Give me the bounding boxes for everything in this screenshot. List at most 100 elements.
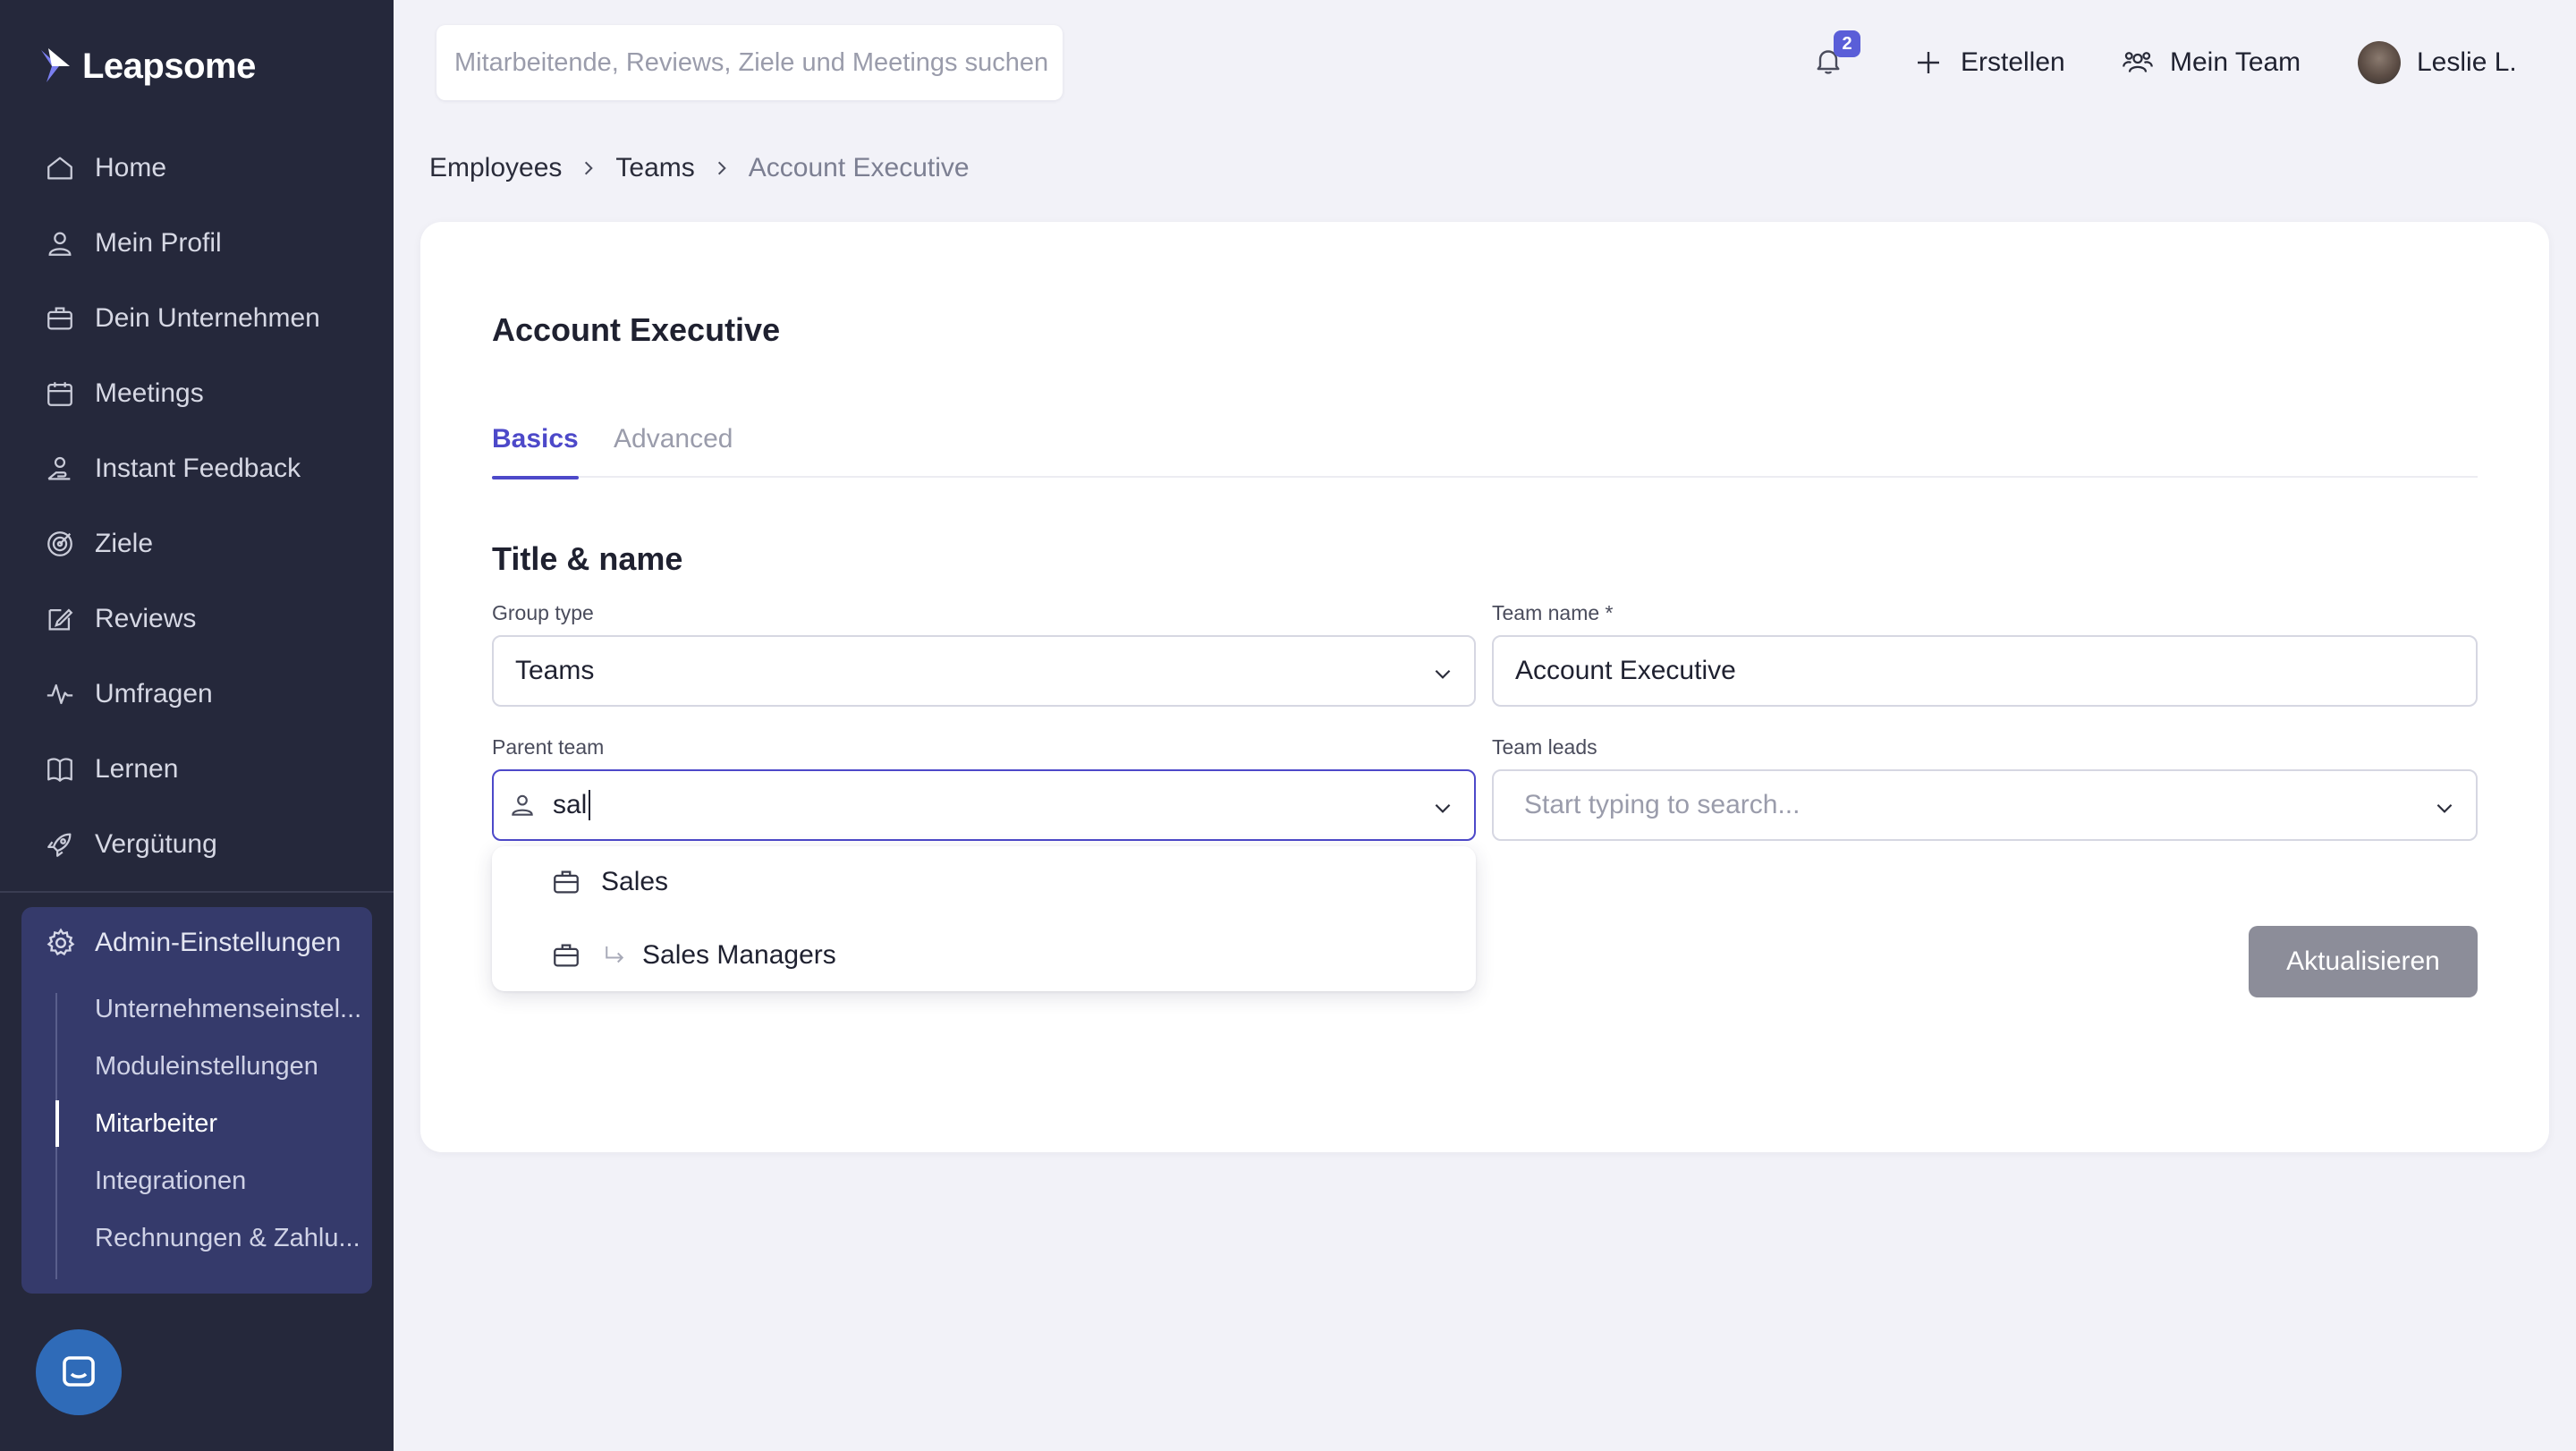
nav-item-reviews[interactable]: Reviews bbox=[0, 581, 394, 657]
option-label: Sales Managers bbox=[642, 940, 836, 970]
parent-team-label: Parent team bbox=[492, 735, 605, 759]
nav-item-verguetung[interactable]: Vergütung bbox=[0, 807, 394, 882]
rocket-icon bbox=[47, 833, 72, 857]
tab-advanced[interactable]: Advanced bbox=[614, 424, 733, 478]
parent-team-query: sal bbox=[553, 790, 588, 819]
user-name: Leslie L. bbox=[2417, 47, 2517, 77]
update-button[interactable]: Aktualisieren bbox=[2249, 926, 2478, 997]
subdirectory-arrow-icon bbox=[606, 946, 624, 963]
user-menu-button[interactable]: Leslie L. bbox=[2358, 27, 2517, 98]
chevron-down-icon bbox=[1435, 669, 1451, 679]
group-type-value: Teams bbox=[515, 656, 595, 685]
nav-label: Mein Profil bbox=[95, 228, 222, 258]
my-team-button[interactable]: Mein Team bbox=[2122, 27, 2301, 98]
sub-nav-item-integrationen[interactable]: Integrationen bbox=[55, 1152, 372, 1209]
section-title: Title & name bbox=[492, 540, 683, 577]
nav-label: Vergütung bbox=[95, 829, 217, 859]
text-caret bbox=[589, 790, 591, 820]
target-icon bbox=[47, 531, 72, 556]
team-leads-placeholder: Start typing to search... bbox=[1524, 790, 1801, 819]
book-icon bbox=[47, 758, 72, 782]
brand-name: Leapsome bbox=[82, 46, 256, 86]
parent-team-options: Sales Sales Managers bbox=[492, 846, 1476, 991]
tab-bar: Basics Advanced bbox=[492, 424, 2478, 479]
my-team-label: Mein Team bbox=[2170, 47, 2301, 77]
nav-label: Lernen bbox=[95, 754, 179, 784]
team-edit-card: Account Executive Basics Advanced Title … bbox=[420, 222, 2549, 1152]
breadcrumb-separator bbox=[695, 159, 749, 177]
team-icon bbox=[2123, 52, 2153, 72]
breadcrumb-separator bbox=[562, 159, 615, 177]
nav-item-instant-feedback[interactable]: Instant Feedback bbox=[0, 431, 394, 506]
nav-label: Meetings bbox=[95, 378, 204, 408]
sub-nav-label: Integrationen bbox=[95, 1166, 247, 1195]
topbar-actions: 2 Erstellen Mein Team Leslie L. bbox=[1682, 27, 2576, 98]
nav-item-umfragen[interactable]: Umfragen bbox=[0, 657, 394, 732]
avatar bbox=[2358, 41, 2401, 84]
page-title: Account Executive bbox=[492, 311, 781, 348]
nav-item-lernen[interactable]: Lernen bbox=[0, 732, 394, 807]
chevron-right-icon bbox=[585, 161, 594, 175]
tab-basics[interactable]: Basics bbox=[492, 424, 579, 479]
pulse-icon bbox=[47, 683, 73, 705]
nav-item-dein-unternehmen[interactable]: Dein Unternehmen bbox=[0, 281, 394, 356]
nav-item-mein-profil[interactable]: Mein Profil bbox=[0, 206, 394, 281]
search-input[interactable] bbox=[436, 25, 1063, 100]
nav-item-ziele[interactable]: Ziele bbox=[0, 506, 394, 581]
chevron-down-icon bbox=[2436, 803, 2453, 813]
team-name-field[interactable]: Account Executive bbox=[1492, 635, 2478, 707]
admin-settings-label: Admin-Einstellungen bbox=[95, 928, 342, 957]
nav-item-home[interactable]: Home bbox=[0, 131, 394, 206]
gear-icon bbox=[47, 928, 75, 956]
breadcrumb: Employees Teams Account Executive bbox=[429, 148, 970, 188]
create-label: Erstellen bbox=[1961, 47, 2065, 77]
user-icon bbox=[48, 232, 72, 256]
option-sales-managers[interactable]: Sales Managers bbox=[492, 920, 1476, 991]
sub-nav-item-unternehmenseinstellungen[interactable]: Unternehmenseinstel... bbox=[55, 980, 372, 1038]
breadcrumb-employees[interactable]: Employees bbox=[429, 153, 562, 183]
sub-nav-item-mitarbeiter[interactable]: Mitarbeiter bbox=[55, 1095, 372, 1152]
breadcrumb-teams[interactable]: Teams bbox=[615, 153, 694, 183]
nav-label: Reviews bbox=[95, 604, 197, 633]
sub-nav-item-rechnungen[interactable]: Rechnungen & Zahlu... bbox=[55, 1209, 372, 1267]
nav-label: Ziele bbox=[95, 529, 154, 558]
nav-label: Dein Unternehmen bbox=[95, 303, 320, 333]
team-leads-combobox[interactable]: Start typing to search... bbox=[1492, 769, 2478, 841]
option-sales[interactable]: Sales bbox=[492, 846, 1476, 918]
chevron-down-icon bbox=[1435, 803, 1451, 813]
feedback-hand-icon bbox=[47, 456, 71, 480]
nav-label: Umfragen bbox=[95, 679, 213, 709]
admin-sub-nav: Unternehmenseinstel... Moduleinstellunge… bbox=[55, 980, 372, 1279]
group-type-select[interactable]: Teams bbox=[492, 635, 1476, 707]
chat-icon bbox=[63, 1356, 95, 1387]
edit-icon bbox=[48, 608, 73, 631]
sub-nav-label: Mitarbeiter bbox=[95, 1108, 217, 1138]
brand-logo[interactable]: Leapsome bbox=[39, 41, 256, 91]
admin-settings-group: Admin-Einstellungen Unternehmenseinstel.… bbox=[21, 907, 372, 1294]
chevron-right-icon bbox=[717, 161, 726, 175]
sub-nav-label: Moduleinstellungen bbox=[95, 1051, 318, 1081]
create-button[interactable]: Erstellen bbox=[1912, 27, 2065, 98]
sidebar-divider bbox=[0, 891, 394, 893]
notification-count-badge: 2 bbox=[1834, 30, 1860, 57]
sidebar: Leapsome Home Mein Profil Dein Unternehm… bbox=[0, 0, 394, 1451]
nav-label: Home bbox=[95, 153, 167, 182]
team-name-label: Team name * bbox=[1492, 601, 1614, 624]
chat-launcher-button[interactable] bbox=[36, 1329, 122, 1415]
sub-nav-item-moduleinstellungen[interactable]: Moduleinstellungen bbox=[55, 1038, 372, 1095]
nav-item-meetings[interactable]: Meetings bbox=[0, 356, 394, 431]
plus-icon bbox=[1918, 52, 1939, 73]
group-type-label: Group type bbox=[492, 601, 594, 624]
person-search-icon bbox=[512, 794, 533, 816]
parent-team-combobox[interactable]: sal bbox=[492, 769, 1476, 841]
leapsome-logo-icon bbox=[41, 48, 70, 82]
sub-nav-label: Unternehmenseinstel... bbox=[95, 994, 362, 1023]
breadcrumb-current: Account Executive bbox=[748, 153, 970, 182]
option-label: Sales bbox=[601, 867, 669, 896]
sub-nav-label: Rechnungen & Zahlu... bbox=[95, 1223, 360, 1252]
global-search bbox=[436, 25, 1063, 100]
briefcase-icon bbox=[554, 944, 579, 967]
home-icon bbox=[47, 157, 72, 180]
admin-settings-toggle[interactable]: Admin-Einstellungen bbox=[21, 907, 372, 979]
nav-label: Instant Feedback bbox=[95, 454, 301, 483]
